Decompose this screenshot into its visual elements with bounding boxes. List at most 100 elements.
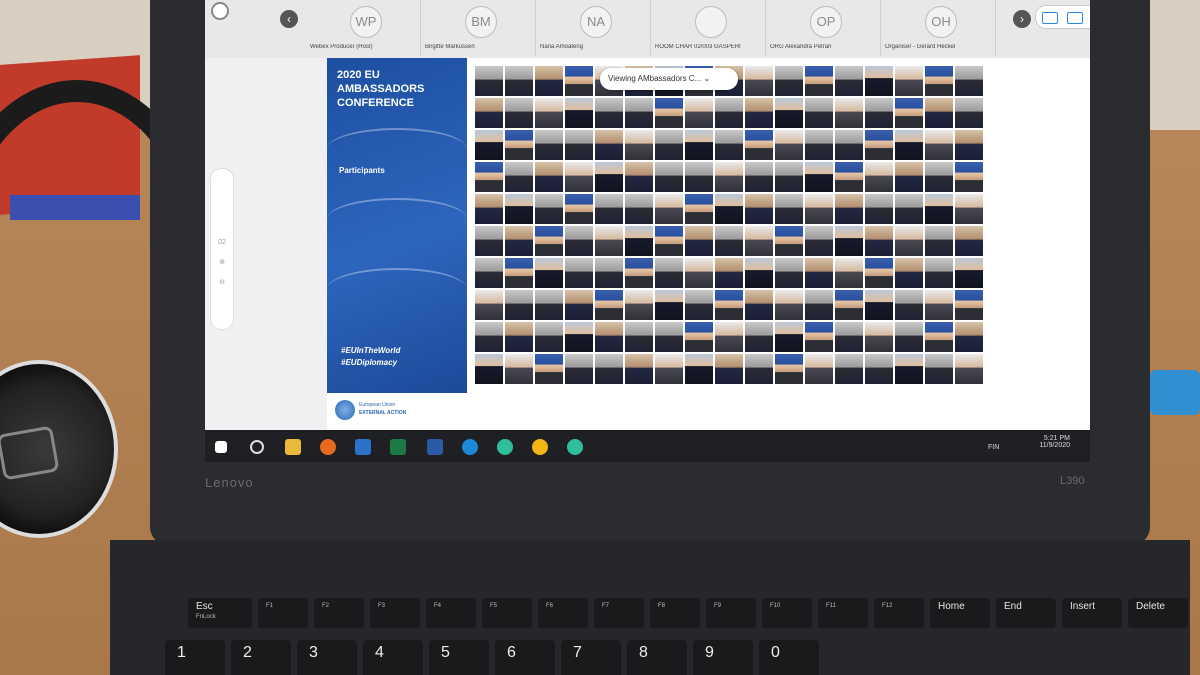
participant-photo [505,66,533,96]
outlook-icon[interactable] [355,439,371,455]
key-sublabel: F7 [602,603,610,609]
participant-photo [745,162,773,192]
chrome-icon[interactable] [532,439,548,455]
keyboard-key[interactable]: F12 [874,598,924,628]
layout-switcher[interactable] [1035,5,1090,29]
participant-photo [595,322,623,352]
keyboard-key[interactable]: F7 [594,598,644,628]
keyboard-key[interactable]: F5 [482,598,532,628]
participant-photo [715,130,743,160]
participant-photo [505,290,533,320]
participant-photo [805,322,833,352]
file-explorer-icon[interactable] [285,439,301,455]
participant-photo [865,194,893,224]
participant-tile[interactable]: OP ORG Alexandra Petran [770,0,881,56]
word-icon[interactable] [427,439,443,455]
participant-photo [925,322,953,352]
participant-photo [595,290,623,320]
participant-photo [955,290,983,320]
keyboard-key[interactable]: F3 [370,598,420,628]
participant-photo [475,130,503,160]
viewing-dropdown[interactable]: Viewing AMbassadors C... ⌄ [600,68,738,90]
keyboard-key[interactable]: End [996,598,1056,628]
content-margin: 02 ⊕ ⊖ [205,58,327,430]
participant-photo [955,130,983,160]
grid-view-icon[interactable] [1042,12,1058,24]
language-indicator[interactable]: FIN [988,444,999,451]
excel-icon[interactable] [390,439,406,455]
participant-photo [475,66,503,96]
participant-photo [835,98,863,128]
internet-explorer-icon[interactable] [462,439,478,455]
zoom-out-icon[interactable]: ⊖ [211,278,233,286]
participant-photo [925,354,953,384]
participant-photo [625,354,653,384]
keyboard-key[interactable]: F4 [426,598,476,628]
firefox-icon[interactable] [320,439,336,455]
participant-name: Birgitte Markussen [425,44,475,50]
wave-decoration [327,198,467,240]
keyboard-key[interactable]: F8 [650,598,700,628]
keyboard-key[interactable]: Insert [1062,598,1122,628]
keyboard-key[interactable]: F11 [818,598,868,628]
digit-key[interactable]: 5 [429,640,489,675]
participant-photo [955,162,983,192]
webex-icon[interactable] [497,439,513,455]
participant-photo [865,162,893,192]
digit-key[interactable]: 2 [231,640,291,675]
keyboard-key[interactable]: Delete [1128,598,1188,628]
participant-photo [775,226,803,256]
digit-key[interactable]: 9 [693,640,753,675]
participant-photo [565,354,593,384]
participant-photo [535,290,563,320]
participant-tile[interactable]: WP Webex Producer (Host) [310,0,421,56]
participant-photo [715,322,743,352]
participant-photo [895,162,923,192]
keyboard-key[interactable]: Esc FnLock [188,598,252,628]
participant-tile[interactable]: ROOM CHAR 02/003 GASPERI [655,0,766,56]
participant-tile[interactable]: NA Nana Amoateng [540,0,651,56]
digit-key[interactable]: 7 [561,640,621,675]
digit-key[interactable]: 3 [297,640,357,675]
chevron-right-icon[interactable]: › [1013,10,1031,28]
keyboard-key[interactable]: Home [930,598,990,628]
keyboard-key[interactable]: F10 [762,598,812,628]
keyboard-key[interactable]: F1 [258,598,308,628]
participant-photo [685,162,713,192]
laptop-brand: Lenovo [205,475,254,490]
chevron-left-icon[interactable]: ‹ [280,10,298,28]
zoom-controls[interactable]: 02 ⊕ ⊖ [210,168,234,330]
participant-photo [775,354,803,384]
keyboard-key[interactable]: F9 [706,598,756,628]
participant-photo [895,322,923,352]
participant-photo [865,130,893,160]
participant-photo [835,130,863,160]
participant-photo [475,98,503,128]
digit-key[interactable]: 0 [759,640,819,675]
participant-tile[interactable]: BM Birgitte Markussen [425,0,536,56]
start-icon[interactable] [215,441,227,453]
search-icon[interactable] [250,440,264,454]
settings-icon[interactable] [211,2,229,20]
clock[interactable]: 5:21 PM 11/9/2020 [1039,435,1070,449]
digit-key[interactable]: 1 [165,640,225,675]
participant-photo [805,162,833,192]
webex-meeting-icon[interactable] [567,439,583,455]
digit-key[interactable]: 6 [495,640,555,675]
zoom-in-icon[interactable]: ⊕ [211,258,233,266]
participant-photo [595,226,623,256]
digit-key[interactable]: 4 [363,640,423,675]
participant-tile[interactable]: OH Organiser - Gerard Heckel [885,0,996,56]
participant-photo [505,322,533,352]
avatar: OP [810,6,842,38]
participant-photo [865,354,893,384]
eeas-logo: European Union EXTERNAL ACTION [335,398,445,422]
participant-photo [565,162,593,192]
stage-view-icon[interactable] [1067,12,1083,24]
participant-photo [715,354,743,384]
keyboard-key[interactable]: F6 [538,598,588,628]
participant-photo [835,66,863,96]
keyboard-key[interactable]: F2 [314,598,364,628]
digit-key[interactable]: 8 [627,640,687,675]
participant-photo [865,98,893,128]
